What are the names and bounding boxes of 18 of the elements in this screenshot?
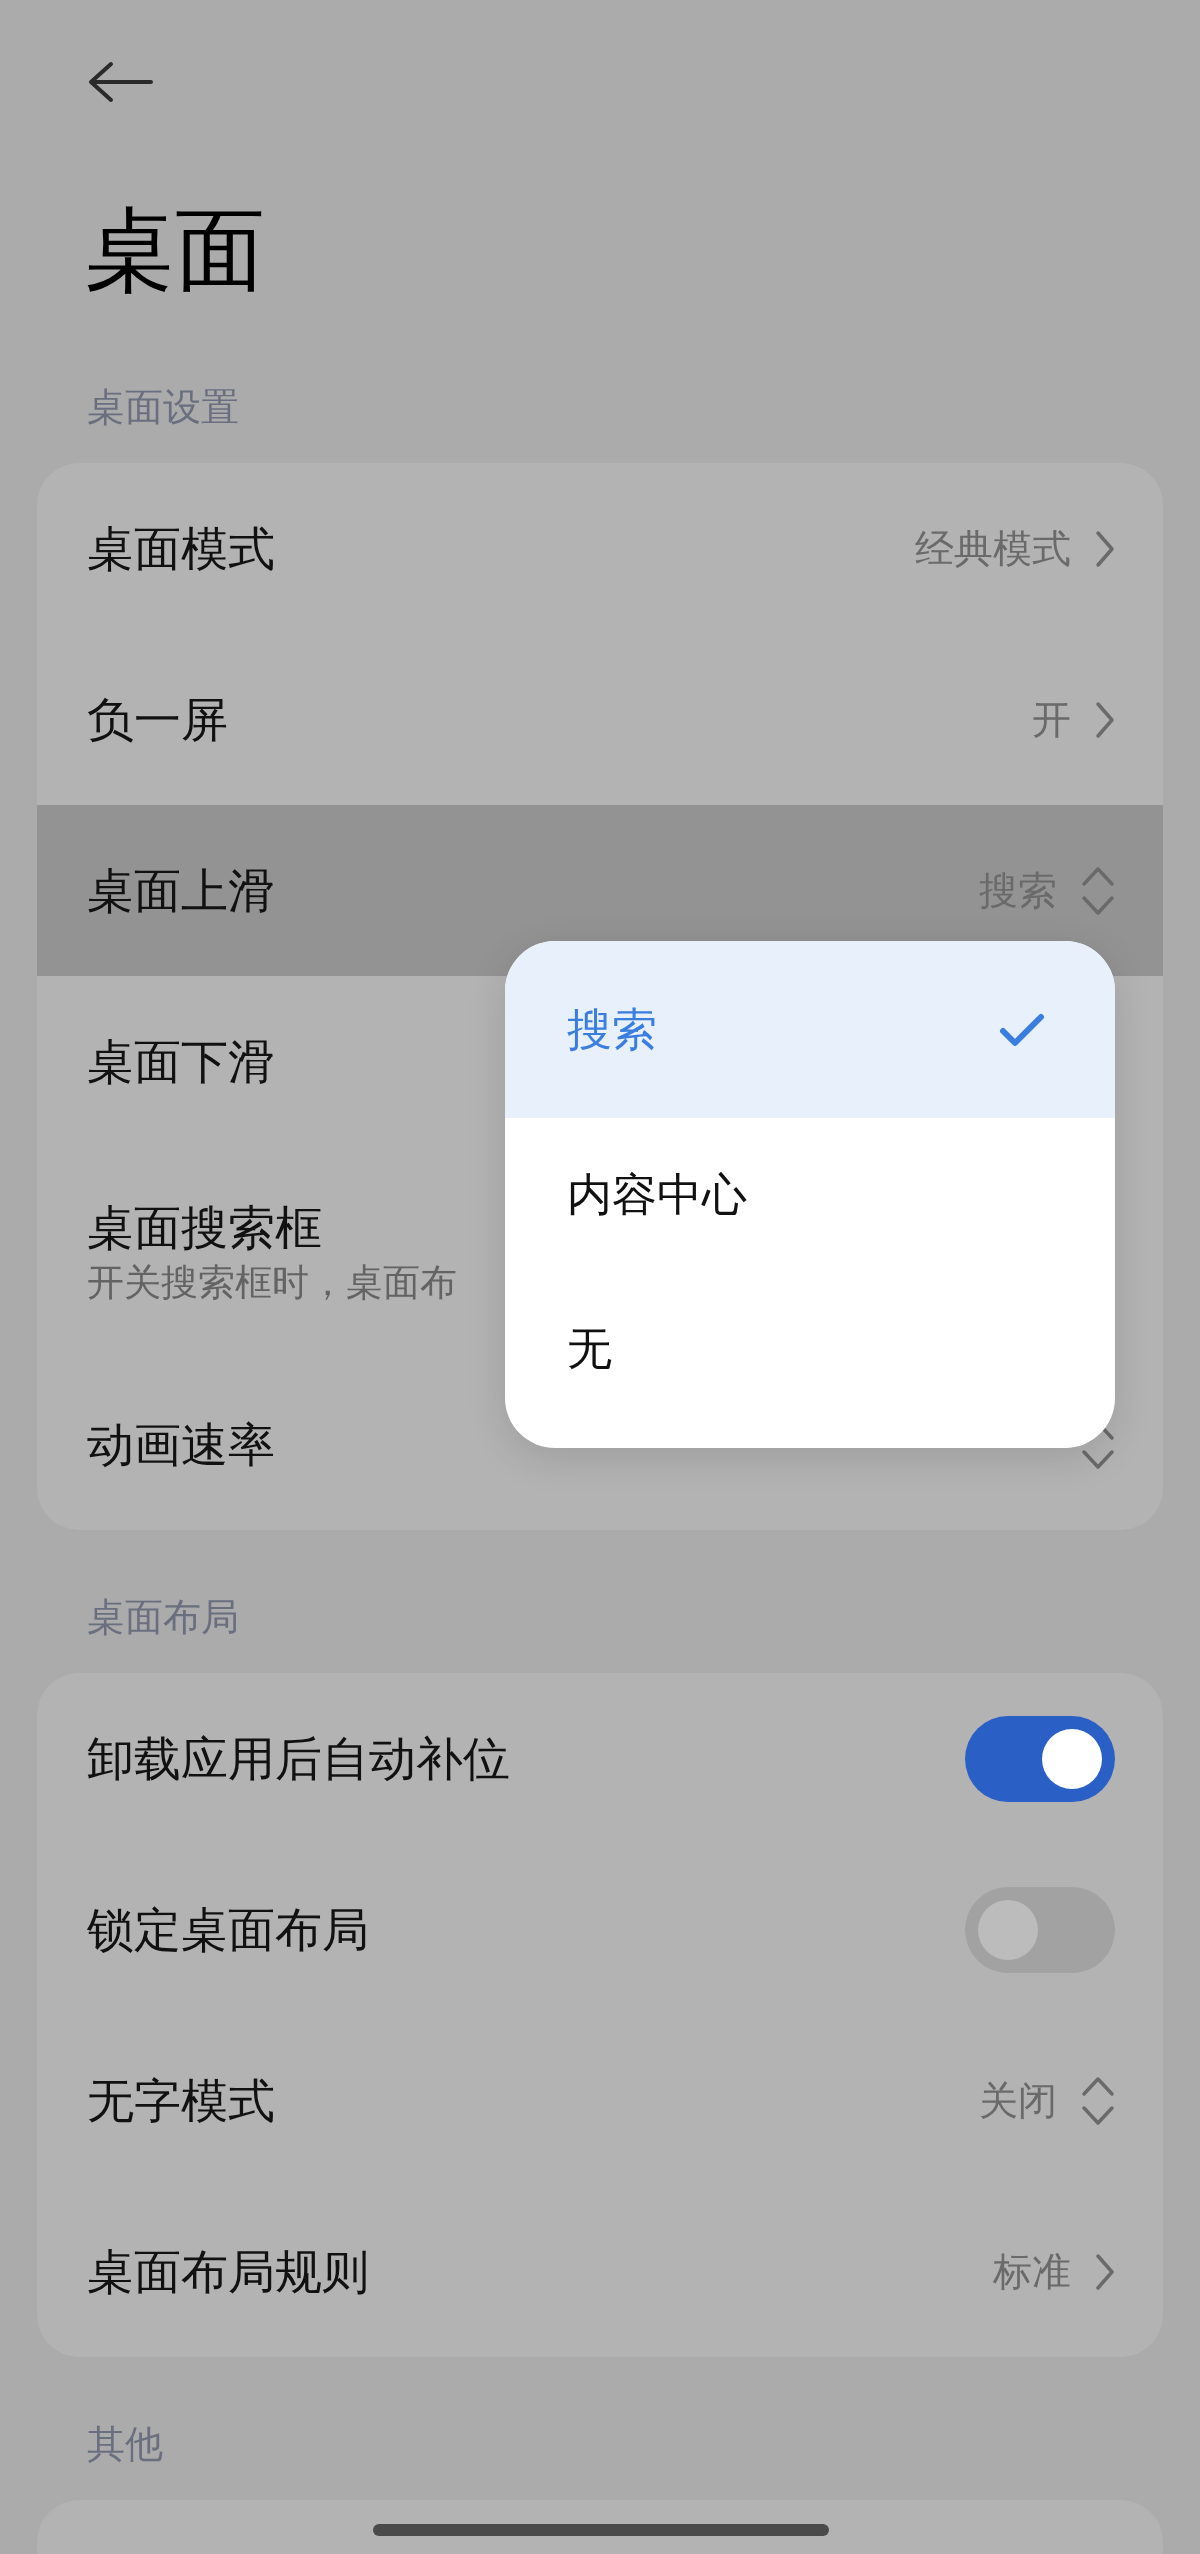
row-label: 桌面模式 [87,519,275,578]
row-subtitle: 开关搜索框时，桌面布 [87,1260,457,1306]
row-label: 桌面布局规则 [87,2242,369,2301]
page-title: 桌面 [85,196,266,304]
row-value: 关闭 [979,2076,1057,2125]
section-header: 桌面设置 [86,384,240,431]
section-header: 桌面布局 [86,1594,240,1641]
row-label: 桌面搜索框 [87,1199,323,1257]
row-label: 负一屏 [87,690,228,749]
row-value: 经典模式 [915,524,1071,573]
row-value: 标准 [993,2247,1071,2296]
row-label: 桌面上滑 [87,861,275,920]
section-header: 其他 [86,2421,164,2468]
row-label: 卸载应用后自动补位 [87,1729,510,1788]
row-value: 开 [1032,695,1071,744]
row-label: 无字模式 [87,2071,275,2130]
row-label: 锁定桌面布局 [87,1900,369,1959]
row-label: 动画速率 [87,1415,275,1474]
